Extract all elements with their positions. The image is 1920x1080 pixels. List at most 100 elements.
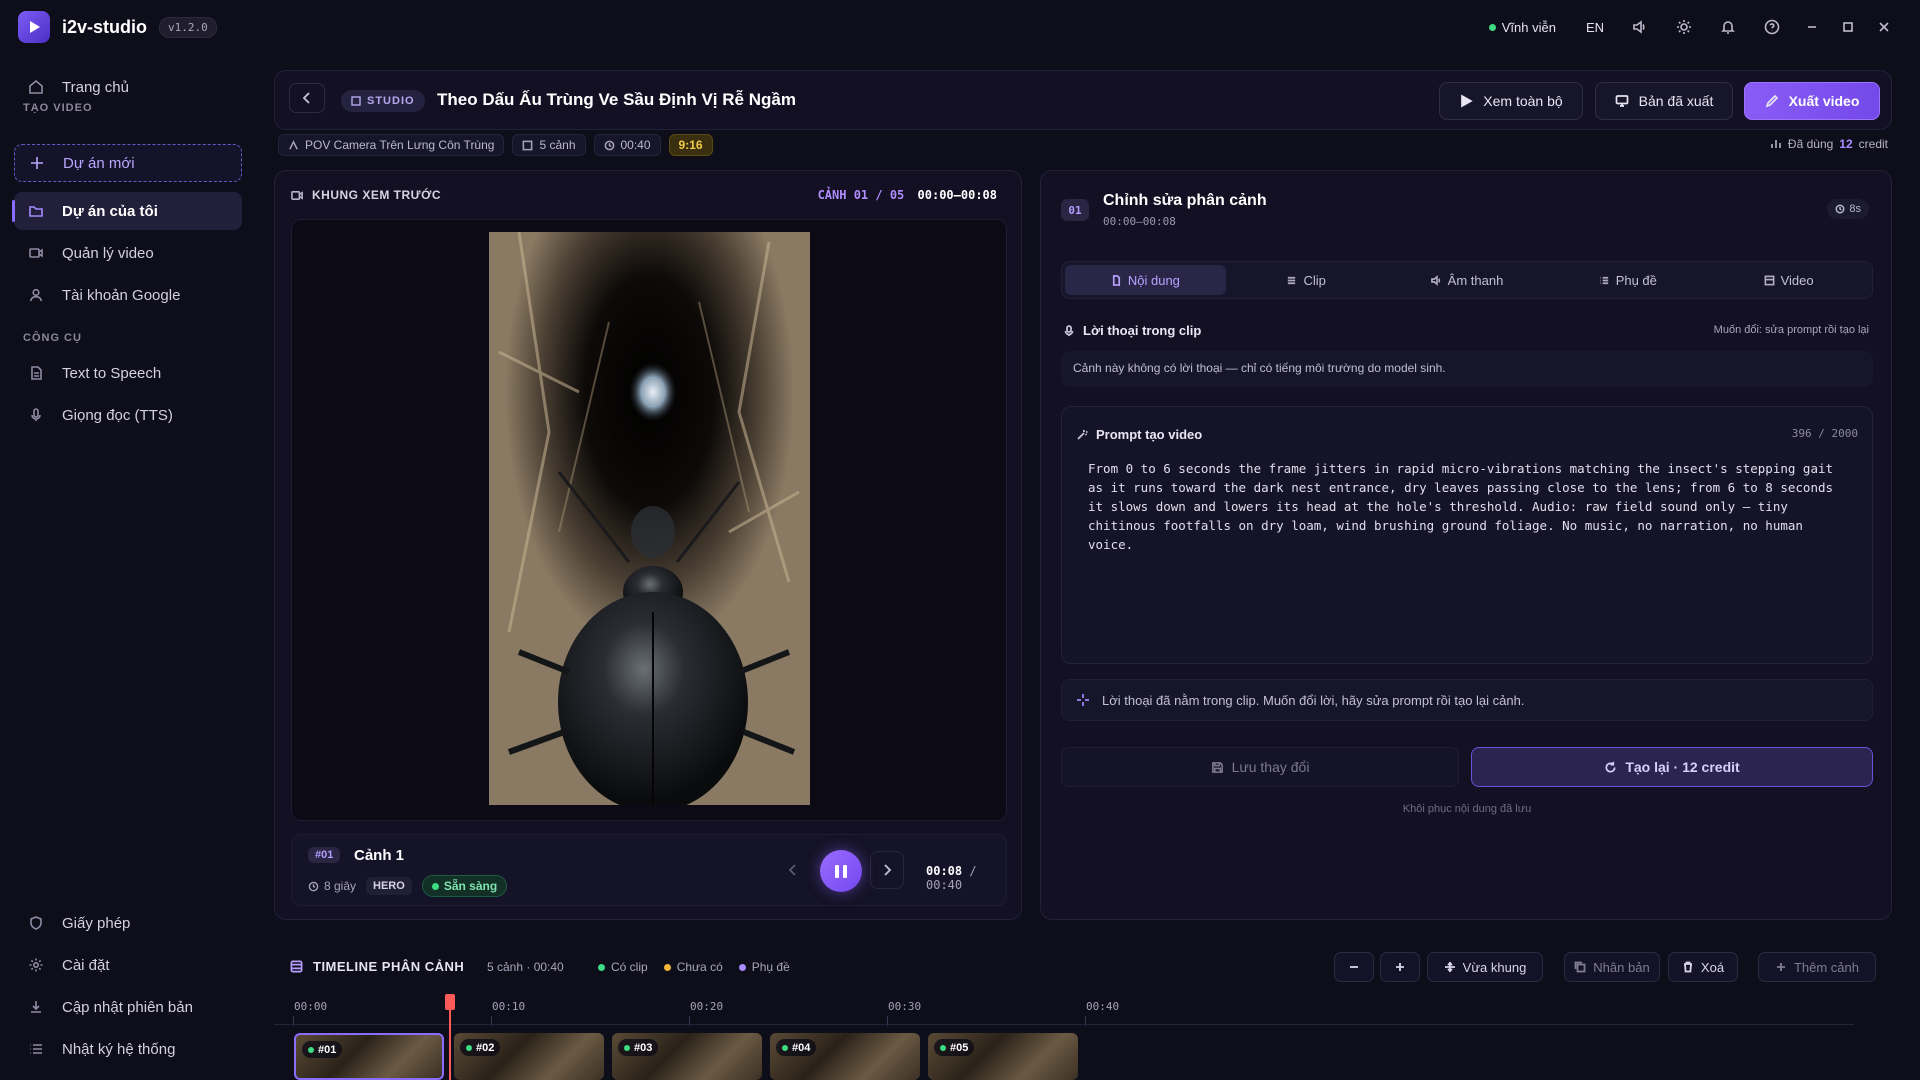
sidebar-item-settings[interactable]: Cài đặt bbox=[14, 946, 242, 984]
status-dot-icon bbox=[1488, 23, 1496, 31]
zoom-in-button[interactable] bbox=[1380, 952, 1420, 982]
time-total: 00:40 bbox=[926, 878, 963, 892]
clip-status-dot-icon bbox=[940, 1044, 946, 1051]
prompt-textarea[interactable]: From 0 to 6 seconds the frame jitters in… bbox=[1088, 459, 1858, 554]
sidebar-item-label: Nhật ký hệ thống bbox=[62, 1040, 176, 1058]
trash-icon bbox=[1683, 961, 1692, 973]
pause-button[interactable] bbox=[820, 850, 862, 892]
plus-icon bbox=[1776, 963, 1785, 971]
timeline-clip[interactable]: #01 bbox=[294, 1033, 444, 1080]
tab-video[interactable]: Video bbox=[1708, 265, 1869, 295]
timeline-title: TIMELINE PHÂN CẢNH bbox=[290, 959, 464, 974]
clock-icon bbox=[1835, 204, 1845, 214]
tab-label: Phụ đề bbox=[1615, 272, 1657, 288]
minimize-icon[interactable] bbox=[1794, 5, 1830, 49]
save-changes-button[interactable]: Lưu thay đổi bbox=[1061, 747, 1459, 787]
video-preview[interactable] bbox=[291, 219, 1007, 821]
sidebar-item-update[interactable]: Cập nhật phiên bản bbox=[14, 988, 242, 1026]
credit-used-suffix: credit bbox=[1858, 137, 1888, 151]
sidebar-item-voices[interactable]: Giọng đọc (TTS) bbox=[14, 396, 242, 434]
sidebar-item-logs[interactable]: Nhật ký hệ thống bbox=[14, 1030, 242, 1068]
clip-label: #03 bbox=[634, 1041, 653, 1054]
crosshair-icon bbox=[1444, 961, 1455, 973]
duplicate-button[interactable]: Nhân bản bbox=[1564, 952, 1660, 982]
tab-audio[interactable]: Âm thanh bbox=[1387, 265, 1548, 295]
prompt-editor[interactable]: Prompt tạo video 396 / 2000 From 0 to 6 … bbox=[1061, 406, 1873, 664]
timeline-clip[interactable]: #02 bbox=[454, 1033, 604, 1080]
prompt-char-count: 396 / 2000 bbox=[1791, 427, 1858, 440]
fit-button[interactable]: Vừa khung bbox=[1427, 952, 1543, 982]
playback-time: 00:08 / 00:40 bbox=[926, 864, 1006, 892]
sidebar-item-manage-video[interactable]: Quản lý video bbox=[14, 234, 242, 272]
video-camera-icon bbox=[291, 190, 303, 200]
tab-content[interactable]: Nội dung bbox=[1065, 265, 1226, 295]
dialog-hint: Muốn đổi: sửa prompt rồi tạo lại bbox=[1713, 324, 1869, 336]
tab-clip[interactable]: Clip bbox=[1226, 265, 1387, 295]
timeline-clip[interactable]: #04 bbox=[770, 1033, 920, 1080]
legend-dot-icon bbox=[738, 963, 746, 971]
exported-button[interactable]: Bản đã xuất bbox=[1595, 82, 1733, 120]
scene-range: 00:00–00:08 bbox=[917, 188, 997, 202]
license-status[interactable]: Vĩnh viễn bbox=[1488, 20, 1556, 35]
maximize-icon[interactable] bbox=[1830, 5, 1866, 49]
clip-label: #05 bbox=[950, 1041, 969, 1054]
restore-saved-link[interactable]: Khôi phục nội dung đã lưu bbox=[1041, 803, 1893, 815]
volume-icon[interactable] bbox=[1618, 5, 1662, 49]
delete-button[interactable]: Xoá bbox=[1668, 952, 1738, 982]
chevron-left-icon bbox=[788, 864, 796, 876]
scene-timecode: CẢNH 01 / 05 00:00–00:08 bbox=[818, 188, 997, 202]
back-button[interactable] bbox=[289, 83, 325, 113]
scene-counter: CẢNH 01 / 05 bbox=[817, 188, 905, 202]
studio-badge-label: STUDIO bbox=[367, 95, 415, 107]
tab-subtitle[interactable]: Phụ đề bbox=[1547, 265, 1708, 295]
pause-icon bbox=[843, 864, 847, 878]
prompt-label: Prompt tạo video bbox=[1096, 427, 1203, 442]
add-scene-button[interactable]: Thêm cảnh bbox=[1758, 952, 1876, 982]
playhead-handle[interactable] bbox=[445, 994, 455, 1080]
status-label: Sẵn sàng bbox=[443, 879, 498, 893]
legend-label: Có clip bbox=[611, 960, 648, 974]
document-icon bbox=[1112, 274, 1120, 286]
sidebar-item-my-projects[interactable]: Dự án của tôi bbox=[12, 192, 242, 230]
next-scene-button[interactable] bbox=[870, 851, 904, 889]
sidebar-item-label: Cài đặt bbox=[62, 956, 110, 974]
project-meta: POV Camera Trên Lưng Côn Trùng 5 cảnh 00… bbox=[278, 134, 713, 156]
scene-timeline: TIMELINE PHÂN CẢNH 5 cảnh · 00:40 Có cli… bbox=[274, 940, 1892, 1080]
clock-icon bbox=[604, 140, 614, 150]
help-icon[interactable] bbox=[1750, 5, 1794, 49]
scene-duration-label: 8 giây bbox=[324, 879, 357, 893]
theme-icon[interactable] bbox=[1662, 5, 1706, 49]
timeline-legend: Có clip Chưa có Phụ đề bbox=[598, 960, 790, 974]
editor-duration: 8s bbox=[1849, 203, 1861, 215]
export-video-button[interactable]: Xuất video bbox=[1744, 82, 1880, 120]
duration-chip: 00:40 bbox=[593, 134, 661, 156]
close-icon[interactable] bbox=[1866, 5, 1902, 49]
title-bar: i2v-studio v1.2.0 Vĩnh viễn EN bbox=[0, 0, 1920, 54]
version-badge: v1.2.0 bbox=[159, 16, 217, 38]
view-all-button[interactable]: Xem toàn bộ bbox=[1439, 82, 1583, 120]
sparkle-icon bbox=[1077, 694, 1089, 706]
magic-wand-icon bbox=[1077, 429, 1088, 440]
timeline-tick: 00:20 bbox=[688, 1000, 724, 1026]
export-video-label: Xuất video bbox=[1788, 93, 1860, 109]
video-camera-icon bbox=[29, 248, 43, 258]
sidebar-item-label: Cập nhật phiên bản bbox=[62, 998, 193, 1016]
timeline-clip[interactable]: #03 bbox=[612, 1033, 762, 1080]
clip-status-dot-icon bbox=[782, 1044, 788, 1051]
legend-item: Phụ đề bbox=[738, 960, 790, 974]
bell-icon[interactable] bbox=[1706, 5, 1750, 49]
new-project-button[interactable]: Dự án mới bbox=[14, 144, 242, 182]
sidebar-item-license[interactable]: Giấy phép bbox=[14, 904, 242, 942]
sidebar-item-home[interactable]: Trang chủ bbox=[14, 68, 242, 106]
regenerate-button[interactable]: Tạo lại · 12 credit bbox=[1471, 747, 1873, 787]
zoom-out-button[interactable] bbox=[1334, 952, 1374, 982]
sidebar-item-google-account[interactable]: Tài khoản Google bbox=[14, 276, 242, 314]
speaker-icon bbox=[1430, 274, 1440, 286]
editor-title: Chỉnh sửa phân cảnh bbox=[1103, 192, 1267, 209]
sidebar-item-tts[interactable]: Text to Speech bbox=[14, 354, 242, 392]
tab-label: Clip bbox=[1303, 272, 1326, 288]
legend-dot-icon bbox=[663, 963, 671, 971]
language-switch[interactable]: EN bbox=[1586, 20, 1604, 35]
previous-scene-button[interactable] bbox=[776, 851, 810, 889]
timeline-clip[interactable]: #05 bbox=[928, 1033, 1078, 1080]
